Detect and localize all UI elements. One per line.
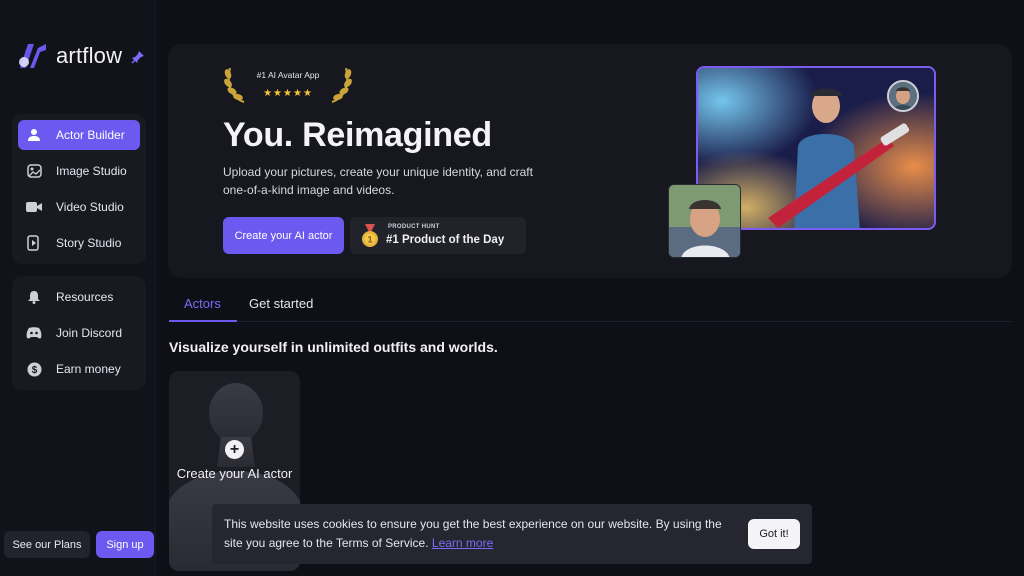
nav-label: Join Discord: [56, 326, 123, 340]
medal-icon: 1: [362, 224, 378, 247]
hero-title: You. Reimagined: [223, 116, 492, 154]
nav-image-studio[interactable]: Image Studio: [18, 156, 140, 186]
nav-label: Actor Builder: [56, 128, 125, 142]
pin-icon[interactable]: [131, 50, 145, 64]
award-badge: #1 AI Avatar App ★★★★★: [222, 64, 354, 104]
create-actor-label: Create your AI actor: [176, 466, 293, 481]
svg-text:$: $: [31, 365, 37, 376]
selfie-photo: [668, 184, 741, 258]
tab-get-started[interactable]: Get started: [249, 296, 313, 311]
create-ai-actor-button[interactable]: Create your AI actor: [223, 217, 344, 254]
nav-resources[interactable]: Resources: [18, 282, 140, 312]
product-of-day-label: #1 Product of the Day: [386, 234, 505, 246]
cookie-text: This website uses cookies to ensure you …: [224, 515, 724, 553]
video-camera-icon: [26, 199, 42, 215]
nav-label: Video Studio: [56, 200, 124, 214]
nav-label: Image Studio: [56, 164, 127, 178]
secondary-nav: Resources Join Discord $ Earn money: [12, 276, 146, 390]
got-it-button[interactable]: Got it!: [748, 519, 800, 549]
nav-actor-builder[interactable]: Actor Builder: [18, 120, 140, 150]
tab-actors[interactable]: Actors: [184, 296, 221, 311]
dollar-icon: $: [26, 361, 42, 377]
see-plans-button[interactable]: See our Plans: [4, 531, 90, 558]
cookie-banner: This website uses cookies to ensure you …: [212, 504, 812, 564]
star-rating-icon: ★★★★★: [263, 88, 313, 99]
bell-icon: [26, 289, 42, 305]
sign-up-button[interactable]: Sign up: [96, 531, 154, 558]
nav-earn-money[interactable]: $ Earn money: [18, 354, 140, 384]
nav-story-studio[interactable]: Story Studio: [18, 228, 140, 258]
svg-text:1: 1: [367, 235, 372, 245]
artflow-logo-icon: [19, 44, 46, 68]
nav-join-discord[interactable]: Join Discord: [18, 318, 140, 348]
user-avatar: [887, 80, 919, 112]
section-title: Visualize yourself in unlimited outfits …: [169, 339, 498, 355]
badge-title: #1 AI Avatar App: [256, 70, 320, 80]
nav-video-studio[interactable]: Video Studio: [18, 192, 140, 222]
primary-nav: Actor Builder Image Studio Video Studio …: [12, 114, 146, 264]
active-tab-indicator: [169, 320, 237, 322]
hero-subtitle: Upload your pictures, create your unique…: [223, 165, 533, 197]
brand-name: artflow: [56, 43, 123, 68]
image-icon: [26, 163, 42, 179]
user-icon: [26, 127, 42, 143]
discord-icon: [26, 325, 42, 341]
learn-more-link[interactable]: Learn more: [432, 536, 493, 550]
brand-logo[interactable]: artflow: [18, 42, 122, 70]
product-hunt-badge[interactable]: 1 PRODUCT HUNT #1 Product of the Day: [350, 217, 526, 254]
plus-icon: +: [225, 440, 244, 459]
tab-divider: [169, 321, 1012, 322]
nav-label: Story Studio: [56, 236, 122, 250]
nav-label: Earn money: [56, 362, 121, 376]
nav-label: Resources: [56, 290, 114, 304]
story-icon: [26, 235, 42, 251]
product-hunt-label: PRODUCT HUNT: [388, 224, 440, 230]
sidebar: artflow Actor Builder Image Studio Video…: [0, 0, 156, 576]
